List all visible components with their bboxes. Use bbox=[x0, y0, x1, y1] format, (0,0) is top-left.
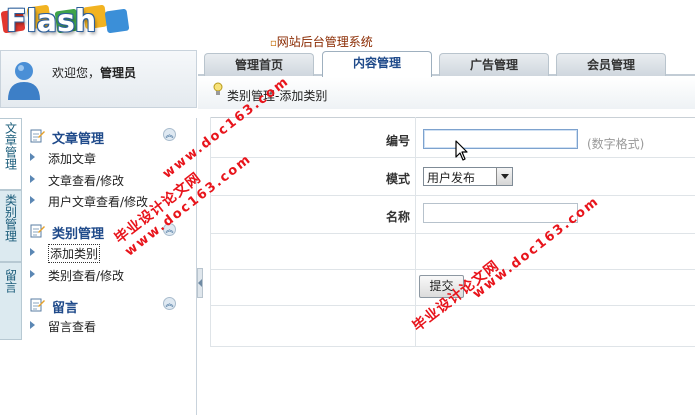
arrow-right-icon bbox=[30, 175, 35, 183]
tab-content[interactable]: 内容管理 bbox=[322, 51, 432, 77]
lightbulb-icon bbox=[213, 82, 223, 95]
collapse-left-icon bbox=[198, 279, 202, 287]
mode-select-value: 用户发布 bbox=[427, 171, 476, 185]
name-input[interactable] bbox=[423, 203, 578, 223]
tab-home[interactable]: 管理首页 bbox=[204, 53, 314, 76]
vtab-articles[interactable]: 文章管理 bbox=[0, 118, 22, 190]
arrow-right-icon bbox=[30, 270, 35, 278]
section-title: 类别管理 bbox=[52, 227, 105, 242]
mode-label: 模式 bbox=[385, 172, 410, 186]
vtab-categories[interactable]: 类别管理 bbox=[0, 190, 22, 262]
title-bullet-icon: ▫ bbox=[270, 38, 277, 49]
edit-document-icon bbox=[30, 224, 45, 238]
edit-document-icon bbox=[30, 129, 45, 143]
user-avatar-icon bbox=[8, 62, 40, 100]
collapse-icon[interactable]: ︽ bbox=[163, 297, 176, 310]
mode-select[interactable]: 用户发布 bbox=[423, 167, 513, 186]
code-input[interactable] bbox=[423, 129, 578, 149]
edit-document-icon bbox=[30, 298, 45, 312]
code-hint: (数字格式) bbox=[587, 137, 645, 151]
tab-ads[interactable]: 广告管理 bbox=[439, 53, 549, 76]
section-title: 文章管理 bbox=[52, 132, 105, 147]
form-row-empty bbox=[210, 306, 695, 347]
vtab-label: 文章管理 bbox=[3, 122, 18, 170]
code-label: 编号 bbox=[385, 134, 410, 148]
username: 管理员 bbox=[100, 66, 137, 80]
arrow-right-icon bbox=[30, 248, 35, 256]
flash-logo: Flash bbox=[0, 0, 140, 48]
form-row-empty bbox=[210, 234, 695, 270]
tab-members[interactable]: 会员管理 bbox=[556, 53, 666, 76]
sidebar-section-articles[interactable]: 文章管理 ︽ bbox=[30, 126, 180, 147]
arrow-right-icon bbox=[30, 321, 35, 329]
sidebar-section-messages[interactable]: 留言 ︽ bbox=[30, 295, 180, 316]
logo-text: Flash bbox=[6, 4, 97, 39]
system-title: ▫网站后台管理系统 bbox=[270, 35, 373, 49]
chevron-down-icon bbox=[501, 174, 509, 179]
welcome-text: 欢迎您，管理员 bbox=[52, 66, 137, 80]
dropdown-button[interactable] bbox=[496, 168, 512, 185]
arrow-right-icon bbox=[30, 196, 35, 204]
collapse-icon[interactable]: ︽ bbox=[163, 128, 176, 141]
section-title: 留言 bbox=[52, 301, 79, 316]
mouse-cursor-icon bbox=[455, 140, 468, 161]
sidebar-splitter[interactable] bbox=[197, 268, 203, 298]
name-label: 名称 bbox=[385, 210, 410, 224]
vtab-label: 类别管理 bbox=[3, 194, 18, 242]
vtab-messages[interactable]: 留言 bbox=[0, 262, 22, 340]
vtab-label: 留言 bbox=[3, 269, 18, 293]
arrow-right-icon bbox=[30, 153, 35, 161]
